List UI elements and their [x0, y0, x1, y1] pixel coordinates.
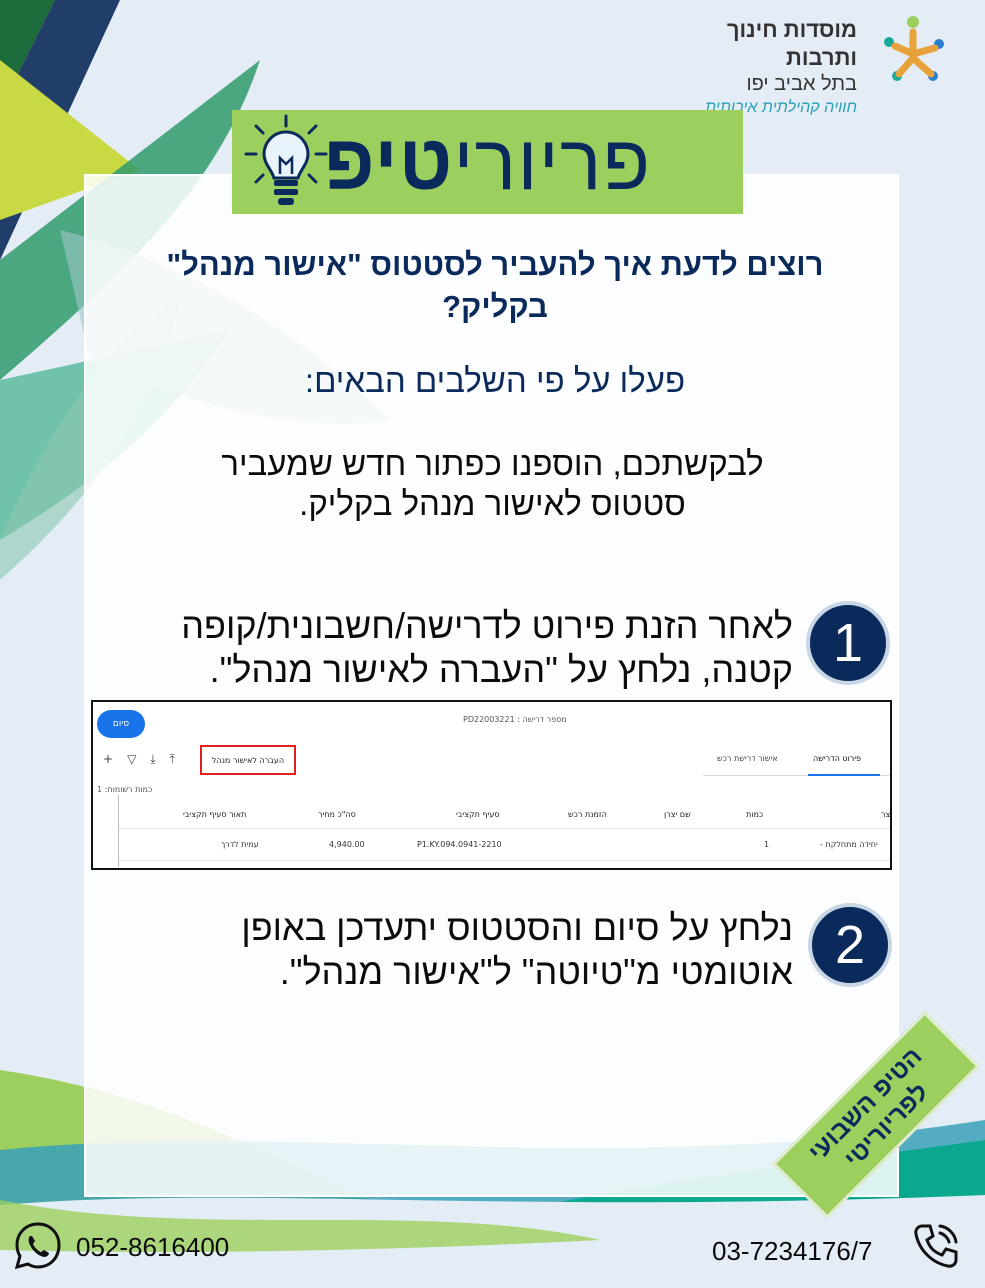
tip-banner: פריוריטיפ [232, 110, 743, 214]
banner-title-bold: טיפ [323, 117, 454, 206]
table-border [118, 795, 119, 867]
step-1-text: לאחר הזנת פירוט לדרישה/חשבונית/קופה קטנה… [103, 604, 793, 692]
phone-icon[interactable] [910, 1220, 962, 1272]
col-header-manufacturer: שם יצרן [664, 810, 691, 819]
toolbar: + ▽ ⤓ ⤒ [103, 752, 175, 767]
step-2-line-1: נלחץ על סיום והסטטוס יתעדכן באופן [241, 907, 793, 948]
cell-budget-item: P1.KY.094.0941-2210 [417, 840, 502, 849]
table-row-divider [119, 860, 890, 861]
filter-icon[interactable]: ▽ [127, 752, 136, 767]
embedded-screenshot: סיום מספר דרישה : PD22003221 + ▽ ⤓ ⤒ העב… [91, 700, 892, 870]
logo-line-2: בתל אביב יפו [746, 73, 857, 95]
heading-line-1: רוצים לדעת איך להעביר לסטטוס "אישור מנהל… [166, 247, 824, 282]
finish-button[interactable]: סיום [97, 710, 145, 738]
step-2-text: נלחץ על סיום והסטטוס יתעדכן באופן אוטומט… [103, 906, 793, 994]
move-to-manager-approval-button[interactable]: העברה לאישור מנהל [200, 745, 296, 775]
active-tab-underline [808, 774, 880, 776]
mobile-number: 052-8616400 [76, 1232, 230, 1262]
plus-icon[interactable]: + [103, 752, 113, 767]
record-count: כמות רשומות: 1 [97, 785, 153, 794]
tab-request-details[interactable]: פירוט הדרישה [813, 754, 861, 763]
intro-line-1: לבקשתכם, הוספנו כפתור חדש שמעביר [221, 445, 764, 482]
table-header-divider [119, 828, 890, 829]
col-header-purchase-order: הזמנת רכש [568, 810, 607, 819]
cell-quantity: 1 [764, 840, 770, 849]
col-header-total-price: סה"כ מחיר [318, 810, 356, 819]
subheading: פעלו על פי השלבים הבאים: [304, 362, 686, 399]
logo-people-icon [884, 16, 944, 81]
logo-line-1: מוסדות חינוך ותרבות [726, 17, 857, 70]
heading-line-2: בקליק? [442, 289, 548, 324]
step-2-line-2: אוטומטי מ"טיוטה" ל"אישור מנהל". [279, 951, 793, 992]
lightbulb-icon [244, 114, 328, 205]
cell-item: יחידה מתחלקת - [820, 840, 878, 849]
intro-text: לבקשתכם, הוספנו כפתור חדש שמעביר סטטוס ל… [120, 444, 865, 524]
step-1-line-1: לאחר הזנת פירוט לדרישה/חשבונית/קופה [181, 605, 793, 646]
main-heading: רוצים לדעת איך להעביר לסטטוס "אישור מנהל… [90, 244, 900, 328]
col-header-item: צר [881, 810, 891, 819]
logo-text: מוסדות חינוך ותרבות בתל אביב יפו חוויה ק… [667, 16, 857, 120]
banner-title: פריוריטיפ [324, 117, 651, 208]
step-1-number: 1 [806, 601, 890, 685]
tab-purchase-approval[interactable]: אישור דרישת רכש [717, 754, 778, 763]
cell-total-price: 4,940.00 [329, 840, 365, 849]
request-number: מספר דרישה : PD22003221 [463, 715, 567, 724]
banner-title-light: פריורי [453, 117, 652, 206]
download-icon[interactable]: ⤓ [150, 752, 155, 767]
organization-logo: מוסדות חינוך ותרבות בתל אביב יפו חוויה ק… [667, 14, 967, 116]
step-2-number: 2 [808, 903, 892, 987]
whatsapp-icon[interactable] [12, 1220, 64, 1272]
col-header-budget-description: תאור סעיף תקציבי [183, 810, 247, 819]
upload-icon[interactable]: ⤒ [170, 752, 175, 767]
cell-budget-description: עמית לדרך [221, 840, 259, 849]
intro-line-2: סטטוס לאישור מנהל בקליק. [299, 485, 686, 522]
col-header-quantity: כמות [746, 810, 764, 819]
step-1-line-2: קטנה, נלחץ על "העברה לאישור מנהל". [209, 649, 793, 690]
col-header-budget-item: סעיף תקציבי [456, 810, 500, 819]
office-number: 03-7234176/7 [712, 1236, 873, 1266]
